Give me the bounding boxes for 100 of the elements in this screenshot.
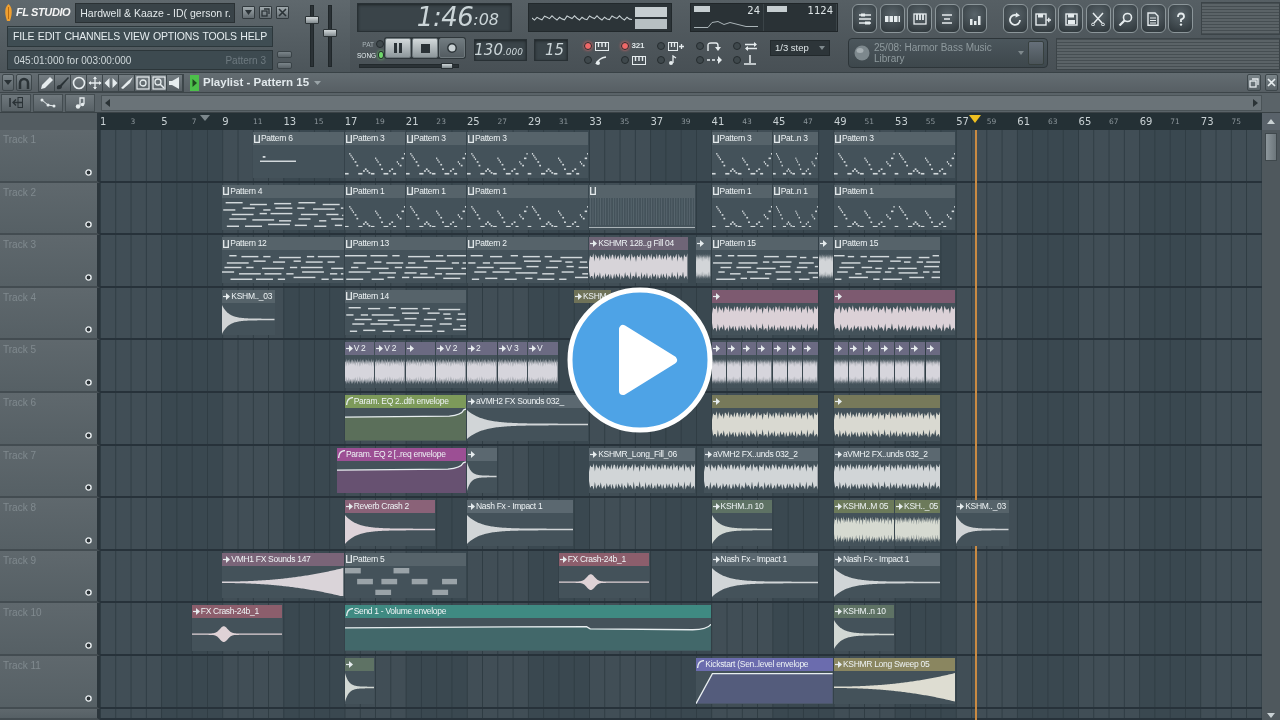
- restore-button[interactable]: [259, 6, 273, 19]
- clip-header[interactable]: KSHMR 128..g Fill 04: [589, 237, 688, 251]
- toolbar-button[interactable]: [852, 4, 877, 33]
- playlist-clip[interactable]: [405, 342, 436, 388]
- playlist-clip[interactable]: V 3: [497, 342, 528, 388]
- playlist-clip[interactable]: Pattern 15: [711, 237, 818, 283]
- playlist-clip[interactable]: Pattern 1: [405, 184, 466, 231]
- scrollbar-thumb[interactable]: [1265, 133, 1277, 161]
- playlist-clip[interactable]: Kickstart (Sen..level envelope: [696, 657, 833, 704]
- clip-header[interactable]: FX Crash-24b_1: [558, 552, 650, 566]
- playlist-clip[interactable]: [742, 342, 757, 388]
- toolbar-button[interactable]: [1085, 4, 1111, 33]
- clip-header[interactable]: KSHM.._03: [956, 500, 1009, 514]
- toggle-led[interactable]: [620, 56, 629, 64]
- playlist-clip[interactable]: Nash Fx - Impact 1: [833, 552, 940, 599]
- playlist-clip[interactable]: KSHM..M 05: [833, 500, 895, 546]
- clip-header[interactable]: KSHM..n 10: [833, 605, 895, 619]
- tool-button[interactable]: [151, 74, 167, 91]
- tool-button[interactable]: [71, 74, 87, 91]
- toggle-led[interactable]: [695, 42, 704, 50]
- playlist-clip[interactable]: [788, 342, 803, 388]
- clip-header[interactable]: [895, 342, 910, 356]
- close-button[interactable]: [276, 6, 290, 19]
- playlist-clip[interactable]: [466, 447, 497, 494]
- playlist-clip[interactable]: Pat..n 1: [772, 184, 818, 231]
- clip-header[interactable]: Pattern 3: [466, 132, 589, 145]
- menu-item[interactable]: FILE: [13, 31, 35, 42]
- clip-header[interactable]: Pattern 3: [833, 132, 956, 145]
- clip-header[interactable]: [833, 289, 956, 303]
- restore-button[interactable]: [1247, 74, 1261, 91]
- clip-header[interactable]: Pattern 15: [711, 237, 818, 251]
- playlist-clip[interactable]: [711, 289, 818, 336]
- playlist-clip[interactable]: V 2: [375, 342, 405, 388]
- clip-header[interactable]: Pattern 1: [833, 184, 956, 198]
- clip-header[interactable]: [344, 657, 375, 671]
- clip-header[interactable]: Nash Fx - Impact 1: [833, 552, 940, 566]
- playlist-clip[interactable]: Pattern 3: [405, 132, 466, 178]
- stop-button[interactable]: [412, 38, 438, 58]
- clip-header[interactable]: KSHM.._03: [222, 289, 275, 303]
- playlist-clip[interactable]: Pattern 1: [466, 184, 589, 231]
- record-button[interactable]: [439, 38, 465, 58]
- toolbar-button[interactable]: [879, 4, 905, 33]
- playlist-clip[interactable]: Param. EQ 2 [..req envelope: [337, 447, 466, 494]
- playlist-clip[interactable]: KSHM.._03: [222, 289, 275, 336]
- clip-header[interactable]: [803, 342, 818, 356]
- fader-thumb[interactable]: [323, 29, 337, 38]
- small-button[interactable]: [277, 51, 292, 58]
- scrollbar[interactable]: [1262, 130, 1280, 720]
- tool-button[interactable]: [39, 74, 55, 91]
- clip-header[interactable]: Pattern 1: [405, 184, 466, 198]
- clip-header[interactable]: KSH.._05: [895, 500, 940, 514]
- playlist-clip[interactable]: Pattern 1: [344, 184, 405, 231]
- clip-header[interactable]: [757, 342, 772, 356]
- playlist-clip[interactable]: KSHMR 128..g Fill 04: [589, 237, 688, 283]
- clip-header[interactable]: Reverb Crash 2: [344, 500, 436, 514]
- playlist-clip[interactable]: Pattern 6: [252, 132, 344, 178]
- toggle-led[interactable]: [657, 42, 666, 50]
- playlist-clip[interactable]: aVMH2 FX Sounds 032_: [466, 394, 589, 441]
- dropdown-button[interactable]: [2, 74, 14, 91]
- clip-header[interactable]: [466, 447, 497, 461]
- toolbar-button[interactable]: [934, 4, 960, 33]
- clip-header[interactable]: VMH1 FX Sounds 147: [222, 552, 344, 566]
- playlist-clip[interactable]: [757, 342, 772, 388]
- toolbar-button[interactable]: [962, 4, 987, 33]
- clip-header[interactable]: [833, 394, 940, 408]
- playlist-clip[interactable]: Param. EQ 2..dth envelope: [344, 394, 466, 441]
- playlist-clip[interactable]: Pattern 3: [344, 132, 405, 178]
- playlist-clip[interactable]: Reverb Crash 2: [344, 500, 436, 546]
- toolbar-button[interactable]: [1113, 4, 1138, 33]
- toolbar-button[interactable]: [1030, 4, 1056, 33]
- playlist-clip[interactable]: [879, 342, 895, 388]
- clip-header[interactable]: aVMH2 FX..unds 032_2: [833, 447, 940, 461]
- clip-header[interactable]: [711, 342, 726, 356]
- playlist-clip[interactable]: [803, 342, 818, 388]
- playlist-clip[interactable]: V 2: [436, 342, 466, 388]
- clip-header[interactable]: [742, 342, 757, 356]
- playlist-clip[interactable]: Pat..n 3: [772, 132, 818, 178]
- playlist-clip[interactable]: [925, 342, 940, 388]
- playlist-clip[interactable]: KSHMR Long Sweep 05: [833, 657, 956, 704]
- clip-header[interactable]: Send 1 - Volume envelope: [344, 605, 711, 619]
- playlist-clip[interactable]: aVMH2 FX..unds 032_2: [703, 447, 818, 494]
- toolbar-button[interactable]: [1168, 4, 1193, 33]
- view-button[interactable]: [33, 93, 63, 112]
- playlist-clip[interactable]: KSHMR_Long_Fill_06: [589, 447, 696, 494]
- menu-item[interactable]: TOOLS: [202, 31, 237, 42]
- menu-item[interactable]: HELP: [240, 31, 267, 42]
- clip-header[interactable]: [711, 289, 818, 303]
- tool-button[interactable]: [87, 74, 103, 91]
- playlist-clip[interactable]: KSH.._05: [895, 500, 940, 546]
- clip-header[interactable]: V: [528, 342, 558, 356]
- clip-header[interactable]: [589, 184, 696, 198]
- clip-header[interactable]: V 3: [497, 342, 528, 356]
- clip-header[interactable]: [833, 342, 849, 356]
- clip-header[interactable]: Pattern 13: [344, 237, 466, 251]
- playlist-clip[interactable]: aVMH2 FX..unds 032_2: [833, 447, 940, 494]
- menu-item[interactable]: CHANNELS: [64, 31, 121, 42]
- playlist-clip[interactable]: Nash Fx - Impact 1: [711, 552, 818, 599]
- playlist-clip[interactable]: FX Crash-24b_1: [191, 605, 283, 651]
- tool-button[interactable]: [167, 74, 183, 91]
- toolbar-button[interactable]: [907, 4, 932, 33]
